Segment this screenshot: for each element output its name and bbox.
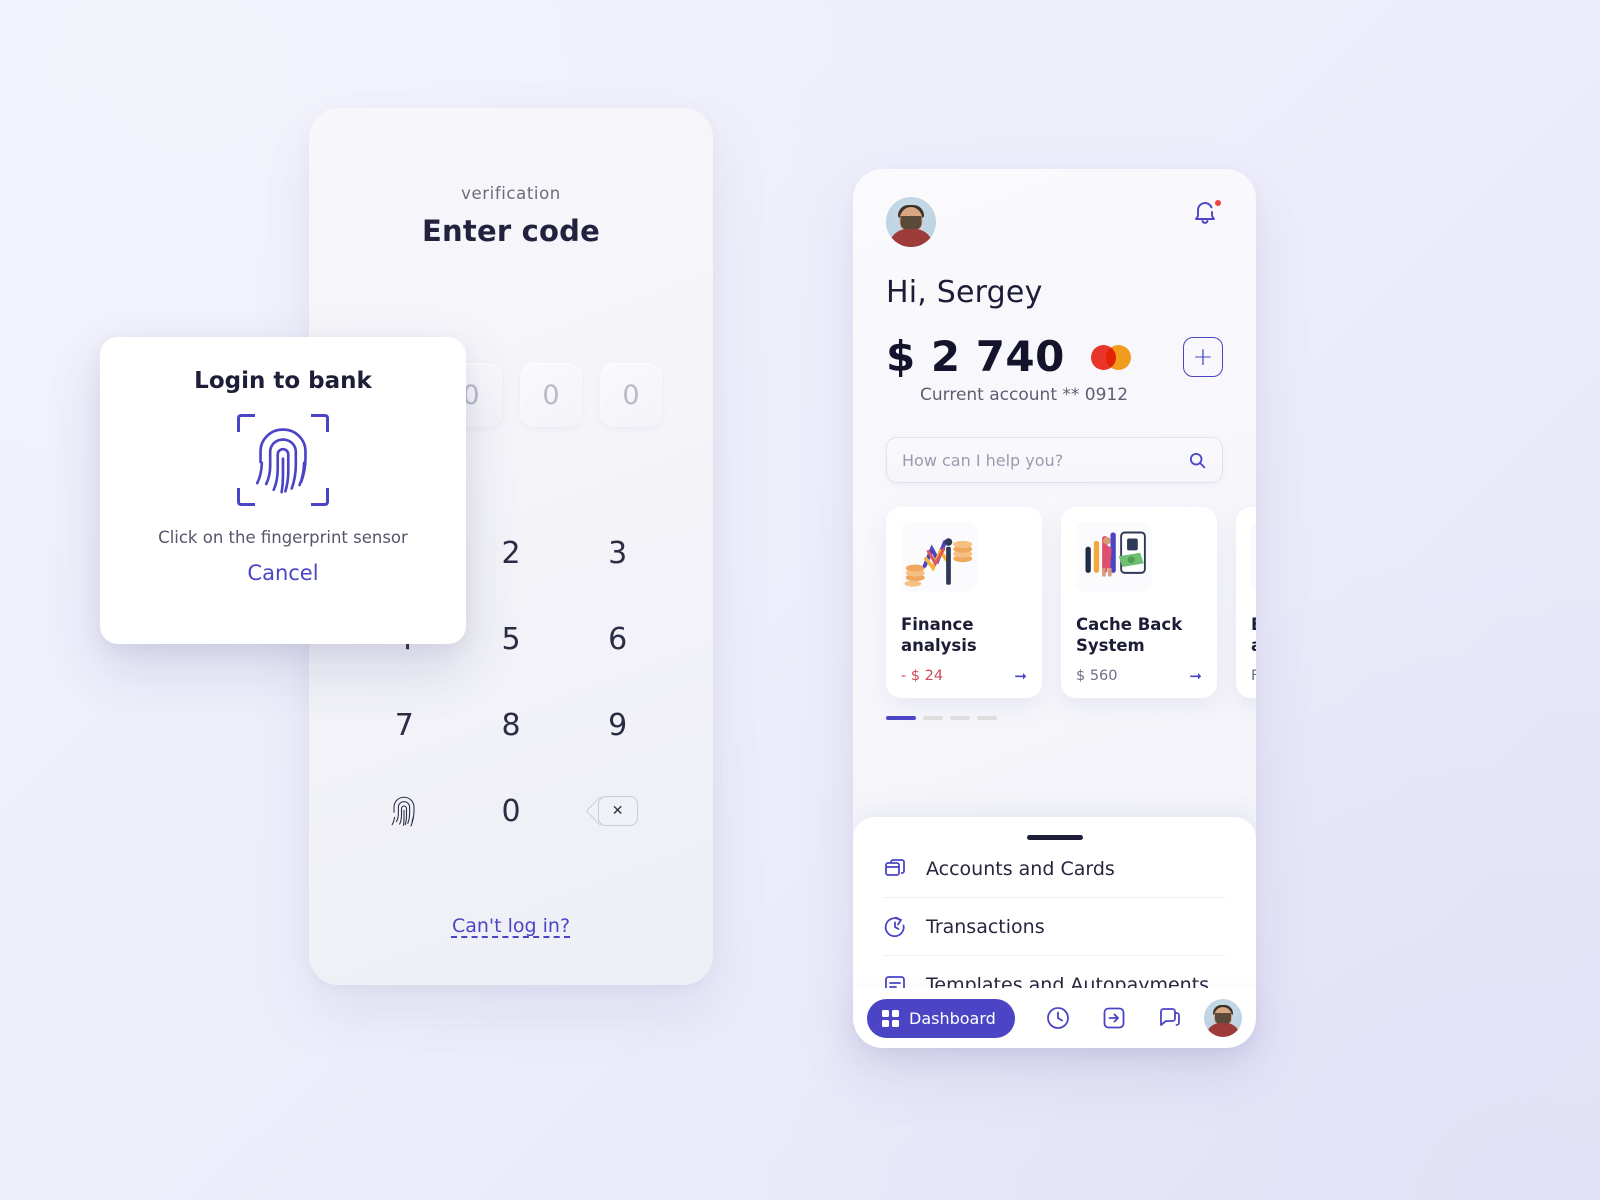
avatar-body xyxy=(1206,1023,1240,1037)
balance-amount: $ 2 740 xyxy=(886,332,1065,381)
dashboard-header: Hi, Sergey $ 2 740 + Current account ** … xyxy=(853,169,1256,721)
keypad-key-7[interactable]: 7 xyxy=(351,690,458,760)
search-icon[interactable] xyxy=(1188,451,1207,470)
modal-title: Login to bank xyxy=(194,368,372,394)
keypad-key-9[interactable]: 9 xyxy=(564,690,671,760)
brokerage-piggy-illustration xyxy=(1251,522,1256,592)
product-card-footer: $ 560 ➞ xyxy=(1076,667,1202,685)
keypad-key-6[interactable]: 6 xyxy=(564,604,671,674)
page-title: Enter code xyxy=(422,214,600,248)
cards-stack-icon xyxy=(885,858,905,876)
avatar[interactable] xyxy=(886,197,936,247)
product-card-title: Brokerage account xyxy=(1251,614,1256,656)
mastercard-right-circle xyxy=(1105,344,1131,370)
avatar-body xyxy=(889,229,933,247)
keypad-key-8[interactable]: 8 xyxy=(458,690,565,760)
product-card-finance-analysis[interactable]: Finance analysis - $ 24 ➞ xyxy=(886,507,1042,699)
product-card-cache-back-system[interactable]: Cache Back System $ 560 ➞ xyxy=(1061,507,1217,699)
product-card-footer: FT23YI3 ➞ xyxy=(1251,667,1256,685)
search-input[interactable] xyxy=(902,450,1188,470)
menu-item-accounts-and-cards[interactable]: Accounts and Cards xyxy=(883,840,1226,898)
verification-eyebrow: verification xyxy=(461,184,561,203)
scan-corner-bottom-left xyxy=(237,488,255,506)
product-card-title: Cache Back System xyxy=(1076,615,1183,656)
bottom-navigation-bar: Dashboard xyxy=(853,988,1256,1048)
cancel-button[interactable]: Cancel xyxy=(247,561,318,585)
greeting-text: Hi, Sergey xyxy=(886,275,1043,310)
dashboard-phone-screen: Hi, Sergey $ 2 740 + Current account ** … xyxy=(853,169,1256,1047)
product-card-title: Finance analysis xyxy=(901,615,977,656)
scan-corner-top-left xyxy=(237,414,255,432)
scan-corner-top-right xyxy=(311,414,329,432)
piggy-bank-illustration-icon xyxy=(1251,523,1256,592)
product-card-value: FT23YI3 xyxy=(1251,668,1256,685)
clock-icon[interactable] xyxy=(1045,1005,1071,1031)
scan-corner-bottom-right xyxy=(311,488,329,506)
balance-row: $ 2 740 + xyxy=(886,332,1223,381)
carousel-pagination[interactable] xyxy=(886,716,1223,721)
grid-icon xyxy=(882,1009,899,1027)
nav-dashboard-button[interactable]: Dashboard xyxy=(867,998,1015,1038)
transactions-clock-icon xyxy=(884,916,905,937)
product-card-brokerage-account[interactable]: Brokerage account FT23YI3 ➞ xyxy=(1236,507,1256,699)
keypad-key-2[interactable]: 2 xyxy=(458,518,565,588)
fingerprint-icon xyxy=(391,796,415,827)
account-subtitle: Current account ** 0912 xyxy=(920,385,1129,405)
cant-log-in-link[interactable]: Can't log in? xyxy=(309,915,713,937)
keypad-key-3[interactable]: 3 xyxy=(564,518,671,588)
menu-item-label: Transactions xyxy=(926,915,1045,938)
notification-bell-button[interactable] xyxy=(1192,199,1224,231)
nav-dashboard-label: Dashboard xyxy=(909,1008,996,1028)
login-to-bank-modal: Login to bank Click on the fingerprint s… xyxy=(100,337,466,644)
transfer-arrow-icon[interactable] xyxy=(1101,1005,1127,1031)
product-cards-carousel[interactable]: Finance analysis - $ 24 ➞ Cache Back Sys… xyxy=(886,507,1256,699)
product-card-value: $ 560 xyxy=(1076,668,1118,685)
backspace-icon: ✕ xyxy=(597,796,638,826)
fingerprint-icon xyxy=(255,428,307,494)
keypad-key-5[interactable]: 5 xyxy=(458,604,565,674)
arrow-right-icon[interactable]: ➞ xyxy=(1014,667,1027,685)
pagination-dot-3[interactable] xyxy=(950,716,970,721)
product-card-footer: - $ 24 ➞ xyxy=(901,667,1027,685)
assistant-search-bar[interactable] xyxy=(886,437,1223,483)
finance-chart-illustration-icon xyxy=(904,537,973,587)
chat-icon[interactable] xyxy=(1157,1005,1183,1031)
menu-item-transactions[interactable]: Transactions xyxy=(883,898,1226,956)
finance-analysis-illustration xyxy=(901,522,977,592)
pagination-dot-4[interactable] xyxy=(977,716,997,721)
fingerprint-scan-target[interactable] xyxy=(237,414,329,506)
code-digit-3[interactable]: 0 xyxy=(520,363,582,427)
pagination-dot-2[interactable] xyxy=(923,716,943,721)
mastercard-logo-icon xyxy=(1090,343,1135,371)
keypad-fingerprint-button[interactable] xyxy=(351,776,458,846)
code-digit-4[interactable]: 0 xyxy=(600,363,662,427)
nav-avatar[interactable] xyxy=(1204,999,1242,1037)
menu-item-label: Accounts and Cards xyxy=(926,857,1115,880)
arrow-right-icon[interactable]: ➞ xyxy=(1189,667,1202,685)
notification-dot xyxy=(1215,200,1221,206)
cashback-phone-illustration-icon xyxy=(1085,531,1146,576)
pagination-dot-1[interactable] xyxy=(886,716,916,721)
product-card-value: - $ 24 xyxy=(901,668,944,685)
keypad-backspace-button[interactable]: ✕ xyxy=(564,776,671,846)
add-account-button[interactable]: + xyxy=(1183,336,1223,377)
modal-hint-text: Click on the fingerprint sensor xyxy=(158,528,408,547)
keypad-key-0[interactable]: 0 xyxy=(458,776,565,846)
cache-back-illustration xyxy=(1076,522,1152,592)
